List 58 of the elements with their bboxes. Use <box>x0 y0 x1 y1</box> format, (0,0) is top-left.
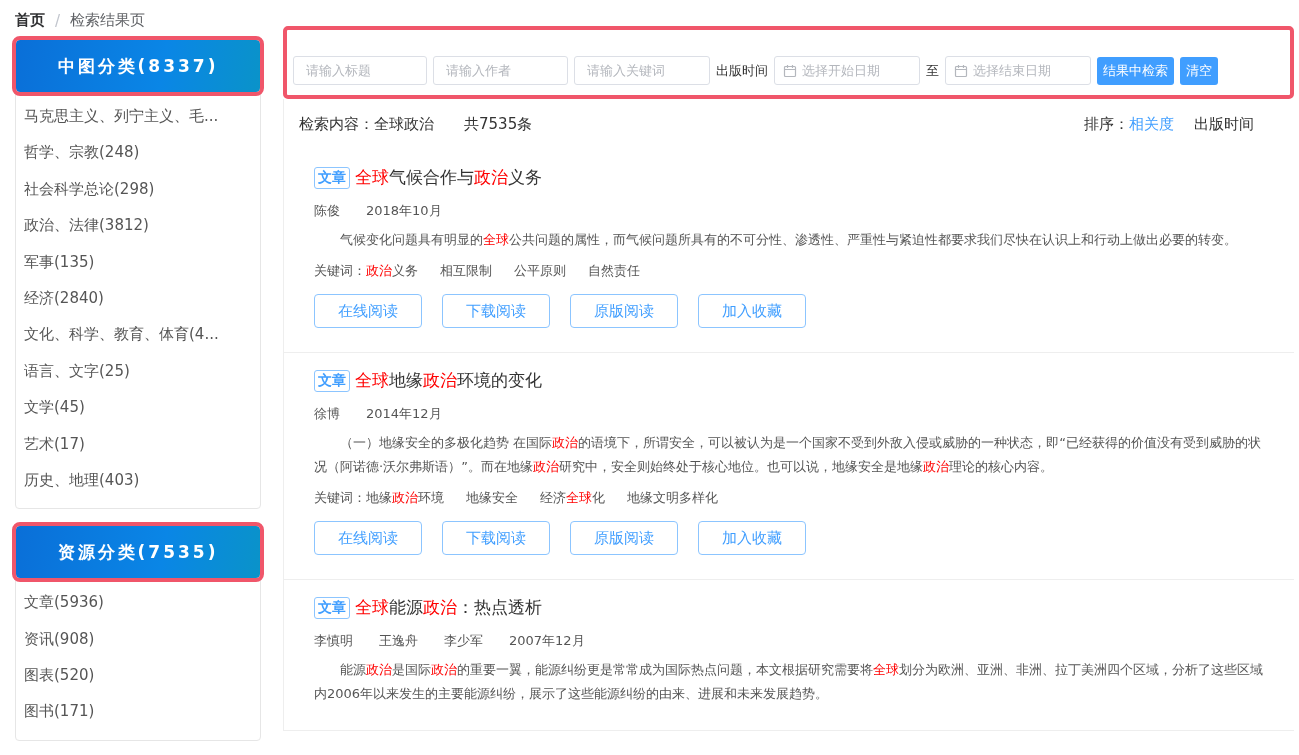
result-meta: 2007年12月 <box>509 632 585 650</box>
keyword-link[interactable]: 公平原则 <box>514 262 566 280</box>
result-meta: 李慎明 <box>314 632 353 650</box>
category-link[interactable]: 马克思主义、列宁主义、毛... <box>16 98 260 135</box>
keyword-link[interactable]: 经济全球化 <box>540 489 605 507</box>
sort-option[interactable]: 出版时间 <box>1194 115 1254 134</box>
result-count: 共7535条 <box>464 115 533 134</box>
result-meta: 2014年12月 <box>366 405 442 423</box>
category-link[interactable]: 哲学、宗教(248) <box>16 134 260 171</box>
author-input[interactable]: 请输入作者 <box>433 56 568 85</box>
category-link[interactable]: 图书(171) <box>16 693 260 730</box>
breadcrumb-separator: / <box>55 11 61 30</box>
result-meta: 陈俊 <box>314 202 340 220</box>
category-link[interactable]: 社会科学总论(298) <box>16 170 260 208</box>
keyword-input[interactable]: 请输入关键词 <box>574 56 710 85</box>
result-title[interactable]: 全球气候合作与政治义务 <box>355 166 542 189</box>
type-tag: 文章 <box>314 166 350 189</box>
result-title[interactable]: 全球能源政治：热点透析 <box>355 596 542 619</box>
date-label: 出版时间 <box>716 61 768 80</box>
category-link[interactable]: 文化、科学、教育、体育(4... <box>16 316 260 353</box>
category-link[interactable]: 军事(135) <box>16 243 260 280</box>
category-link[interactable]: 图表(520) <box>16 657 260 694</box>
result-abstract: 气候变化问题具有明显的全球公共问题的属性，而气候问题所具有的不可分性、渗透性、严重性与紧迫性都要求我们尽快在认识上和行动上做出必要的转变。 <box>339 231 1238 249</box>
category-link[interactable]: 文章(5936) <box>16 584 260 621</box>
end-date-field[interactable]: 选择结束日期 <box>945 56 1091 85</box>
keyword-link[interactable]: 地缘安全 <box>466 489 518 507</box>
result-meta: 王逸舟 <box>379 632 418 650</box>
result-meta: 2018年10月 <box>366 202 442 220</box>
sort-label: 排序： <box>1084 115 1129 134</box>
start-date-field[interactable]: 选择开始日期 <box>774 56 920 85</box>
search-query: 检索内容：全球政治 <box>299 115 434 134</box>
keyword-link[interactable]: 相互限制 <box>440 262 492 280</box>
keyword-link[interactable]: 政治义务 <box>366 262 418 280</box>
title-input[interactable]: 请输入标题 <box>293 56 427 85</box>
category-link[interactable]: 资讯(908) <box>16 620 260 658</box>
range-separator: 至 <box>926 61 939 80</box>
calendar-icon <box>954 63 968 78</box>
result-meta: 李少军 <box>444 632 483 650</box>
calendar-icon <box>783 63 797 78</box>
keyword-link[interactable]: 地缘文明多样化 <box>627 489 718 507</box>
current-page-title: 检索结果页 <box>70 11 146 30</box>
result-title[interactable]: 全球地缘政治环境的变化 <box>355 369 542 392</box>
category-link[interactable]: 艺术(17) <box>16 425 260 462</box>
keyword-link[interactable]: 地缘政治环境 <box>366 489 444 507</box>
category-link[interactable]: 文学(45) <box>16 389 260 426</box>
keywords-label: 关键词： <box>314 489 366 507</box>
category-link[interactable]: 政治、法律(3812) <box>16 207 260 244</box>
result-abstract: （一）地缘安全的多极化趋势 在国际政治的语境下，所谓安全，可以被认为是一个国家不受到外敌入侵或威胁的一种状态，即“已经获得的价值没有受到威胁的状况（阿诺德·沃尔弗斯语）”。而在地缘政治研究中，安全则始终处于核心地位。也可以说，地缘安全是地缘政治理论的核心内容。 <box>314 434 1262 476</box>
category-link[interactable]: 历史、地理(403) <box>16 461 260 499</box>
keyword-link[interactable]: 自然责任 <box>588 262 640 280</box>
breadcrumb-link[interactable]: 首页 <box>15 11 45 30</box>
result-abstract: 能源政治是国际政治的重要一翼，能源纠纷更是常常成为国际热点问题，本文根据研究需要将全球划分为欧洲、亚洲、非洲、拉丁美洲四个区域，分析了这些区域内2006年以来发生的主要能源纠纷，展示了这些能源纠纷的由来、进展和未来发展趋势。 <box>314 661 1264 703</box>
category-link[interactable]: 语言、文字(25) <box>16 352 260 390</box>
type-tag: 文章 <box>314 369 350 392</box>
category-link[interactable]: 经济(2840) <box>16 279 260 317</box>
type-tag: 文章 <box>314 596 350 619</box>
keywords-label: 关键词： <box>314 262 366 280</box>
result-meta: 徐博 <box>314 405 340 423</box>
